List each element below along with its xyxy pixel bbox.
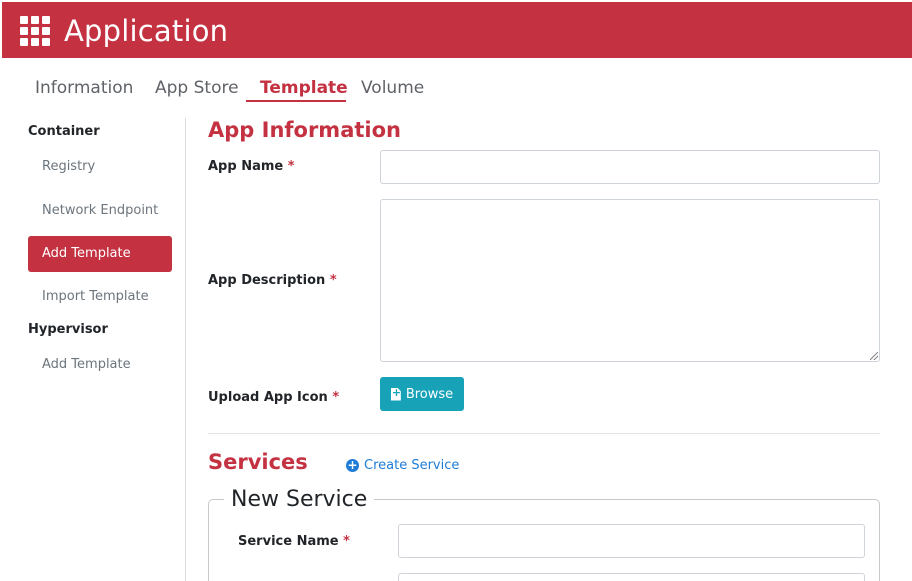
sidebar-heading-hypervisor: Hypervisor <box>28 322 108 337</box>
required-mark: * <box>343 534 350 549</box>
tab-volume[interactable]: Volume <box>361 78 424 98</box>
browse-button[interactable]: Browse <box>380 377 464 411</box>
app-name-label: App Name * <box>208 159 295 174</box>
sidebar: Container Registry Network Endpoint Add … <box>0 118 186 581</box>
upload-app-icon-label: Upload App Icon * <box>208 390 340 405</box>
sidebar-heading-container: Container <box>28 124 100 139</box>
service-name-input[interactable] <box>398 524 865 558</box>
app-title: Application <box>64 14 229 48</box>
app-name-input[interactable] <box>380 150 880 184</box>
tab-information[interactable]: Information <box>35 78 133 98</box>
app-description-textarea[interactable] <box>380 199 880 362</box>
sidebar-item-import-template[interactable]: Import Template <box>28 279 172 315</box>
sidebar-item-network-endpoint[interactable]: Network Endpoint <box>28 193 172 229</box>
sidebar-item-registry[interactable]: Registry <box>28 149 172 185</box>
new-service-legend: New Service <box>224 487 375 512</box>
required-mark: * <box>287 159 295 174</box>
section-divider <box>208 433 880 434</box>
grid-icon[interactable] <box>20 16 50 46</box>
service-name-label: Service Name * <box>238 534 350 549</box>
app-header: Application <box>2 2 912 58</box>
service-next-input[interactable] <box>398 573 865 581</box>
app-information-title: App Information <box>208 118 401 142</box>
required-mark: * <box>329 273 337 288</box>
required-mark: * <box>332 390 340 405</box>
file-upload-icon <box>390 387 401 401</box>
sidebar-item-hypervisor-add-template[interactable]: Add Template <box>28 347 172 383</box>
active-tab-indicator <box>246 100 346 102</box>
app-description-label: App Description * <box>208 273 337 288</box>
tab-app-store[interactable]: App Store <box>155 78 239 98</box>
create-service-link[interactable]: + Create Service <box>346 458 459 473</box>
services-title: Services <box>208 450 308 474</box>
resize-handle-icon[interactable] <box>870 352 878 360</box>
plus-circle-icon: + <box>346 458 359 472</box>
tab-template[interactable]: Template <box>260 78 348 98</box>
sidebar-item-add-template[interactable]: Add Template <box>28 236 172 272</box>
